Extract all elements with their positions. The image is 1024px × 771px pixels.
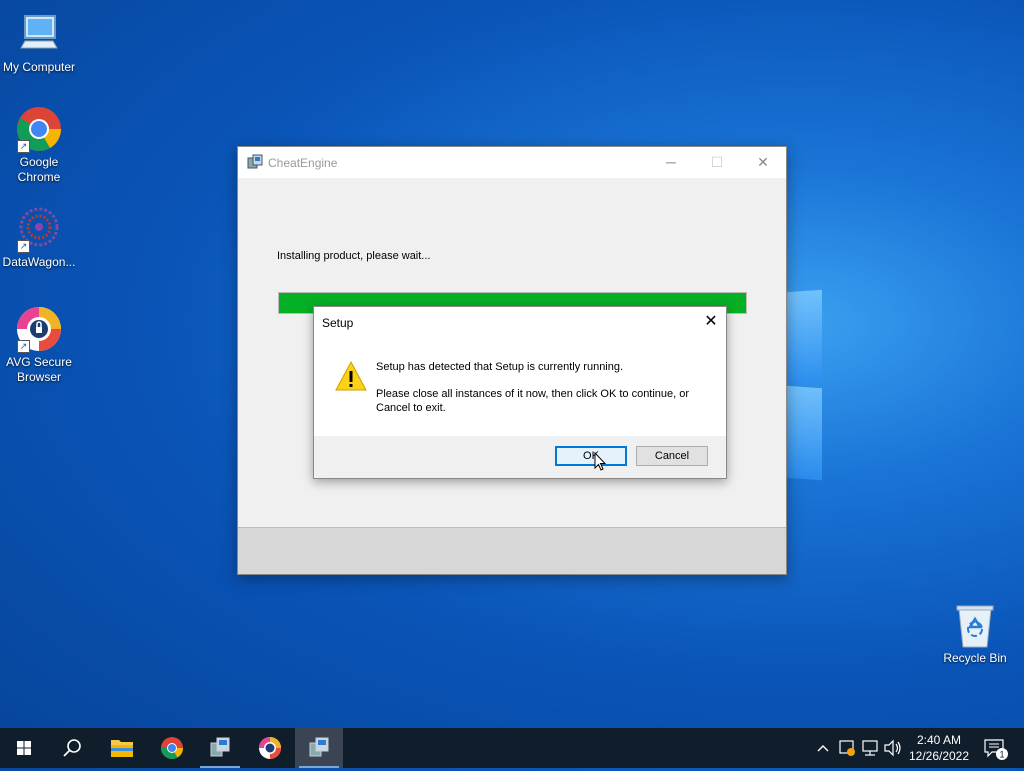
desktop-icon-label: My Computer [2, 60, 76, 74]
taskbar-clock[interactable]: 2:40 AM 12/26/2022 [902, 732, 976, 764]
desktop-icon-recycle-bin[interactable]: Recycle Bin [936, 601, 1014, 666]
avg-browser-icon: ↗ [15, 305, 63, 353]
desktop-icon-datawagon[interactable]: ↗ DataWagon... [0, 205, 78, 270]
computer-icon [15, 10, 63, 58]
chrome-icon: ↗ [15, 105, 63, 153]
installer-titlebar[interactable]: CheatEngine ─ ☐ ✕ [238, 147, 786, 178]
shortcut-arrow-icon: ↗ [17, 340, 30, 353]
ok-button[interactable]: OK [555, 446, 627, 466]
taskbar-installer-2[interactable] [295, 728, 343, 768]
shortcut-arrow-icon: ↗ [17, 140, 30, 153]
installer-title: CheatEngine [268, 156, 338, 170]
desktop-icon-label: DataWagon... [2, 255, 76, 269]
taskbar-installer-1[interactable] [196, 728, 244, 768]
tray-network-icon[interactable] [860, 728, 882, 768]
setup-dialog-instruction: Please close all instances of it now, th… [376, 388, 690, 414]
warning-icon [334, 360, 368, 392]
shortcut-arrow-icon: ↗ [17, 240, 30, 253]
setup-dialog-message: Setup has detected that Setup is current… [376, 361, 624, 373]
setup-dialog: Setup ✕ Setup has detected that Setup is… [313, 306, 727, 479]
cancel-button[interactable]: Cancel [636, 446, 708, 466]
search-button[interactable] [48, 728, 96, 768]
desktop-icon-label: Google Chrome [17, 155, 61, 184]
maximize-button[interactable]: ☐ [694, 147, 740, 178]
desktop-icon-my-computer[interactable]: My Computer [0, 10, 78, 75]
tray-security-icon[interactable] [836, 728, 858, 768]
setup-dialog-close-button[interactable]: ✕ [696, 307, 726, 337]
desktop-icon-google-chrome[interactable]: ↗ Google Chrome [0, 105, 78, 185]
windows-wallpaper-logo [780, 285, 830, 485]
taskbar-avg-browser[interactable] [246, 728, 294, 768]
desktop-icon-label: Recycle Bin [943, 651, 1007, 665]
installer-app-icon [210, 737, 230, 757]
setup-dialog-title: Setup [322, 316, 354, 330]
installer-status-text: Installing product, please wait... [277, 250, 431, 262]
desktop-icon-avg-secure-browser[interactable]: ↗ AVG Secure Browser [0, 305, 78, 385]
windows-start-icon [17, 741, 31, 755]
search-icon [63, 739, 81, 757]
taskbar-file-explorer[interactable] [98, 728, 146, 768]
mouse-cursor-icon [594, 451, 607, 472]
taskbar: 2:40 AM 12/26/2022 1 [0, 728, 1024, 768]
chevron-up-icon [817, 745, 829, 752]
notification-icon: 1 [984, 739, 1008, 760]
speaker-icon [884, 739, 901, 757]
folder-icon [111, 740, 133, 757]
chrome-icon [161, 737, 183, 759]
installer-app-icon [309, 737, 329, 757]
installer-footer [238, 527, 786, 574]
desktop-icon-label: AVG Secure Browser [6, 355, 72, 384]
taskbar-chrome[interactable] [148, 728, 196, 768]
close-button[interactable]: ✕ [740, 147, 786, 178]
show-hidden-icons-button[interactable] [812, 728, 834, 768]
start-button[interactable] [0, 728, 48, 768]
clock-date: 12/26/2022 [908, 749, 970, 763]
tray-volume-icon[interactable] [882, 728, 904, 768]
installer-app-icon [247, 154, 263, 170]
clock-time: 2:40 AM [916, 733, 962, 747]
avg-browser-icon [259, 737, 281, 759]
recycle-bin-icon [951, 601, 999, 649]
action-center-button[interactable]: 1 [980, 728, 1010, 768]
setup-dialog-footer: OK Cancel [314, 436, 726, 478]
security-warning-icon [839, 740, 855, 756]
datawagon-icon: ↗ [15, 205, 63, 253]
notification-count: 1 [999, 750, 1004, 760]
network-icon [862, 740, 878, 756]
minimize-button[interactable]: ─ [648, 147, 694, 178]
